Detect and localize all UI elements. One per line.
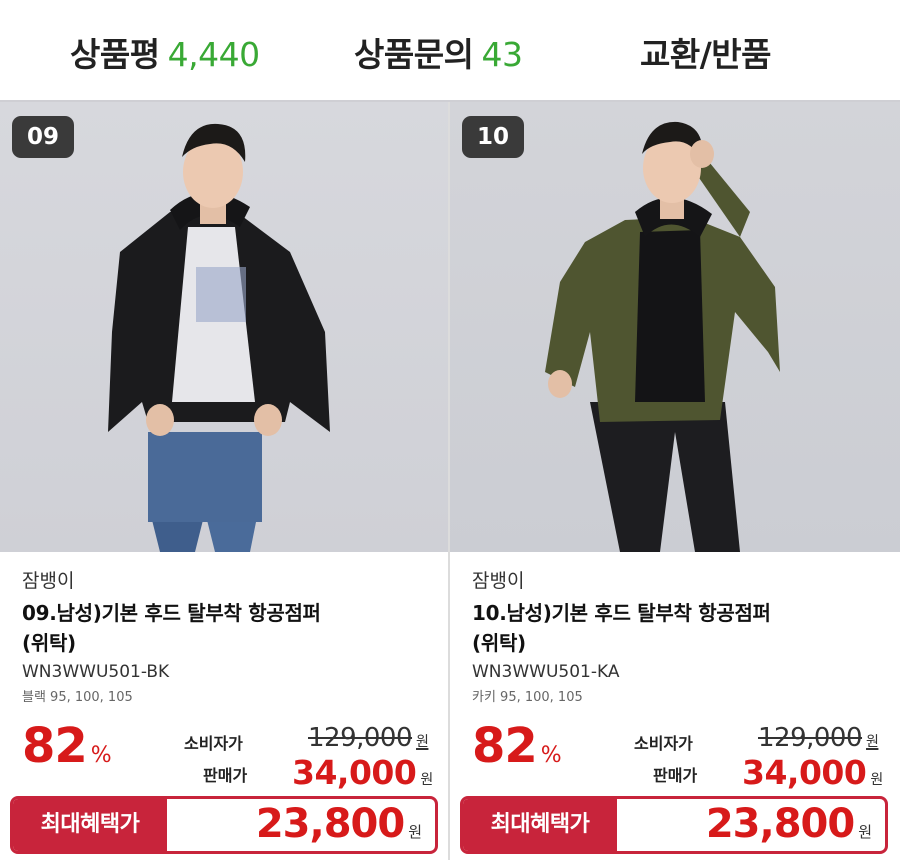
msrp-value: 129,000 <box>308 723 413 753</box>
currency-unit: 원 <box>870 772 883 788</box>
product-info: 잠뱅이 10.남성)기본 후드 탈부착 항공점퍼 (위탁) WN3WWU501-… <box>472 568 892 708</box>
product-title-line2: (위탁) <box>472 631 526 655</box>
discount-unit: % <box>90 743 112 768</box>
msrp-label: 소비자가 <box>634 734 693 753</box>
max-benefit-value: 23,800 <box>705 801 855 847</box>
product-title-line2: (위탁) <box>22 631 76 655</box>
product-card[interactable]: 10 잠뱅이 10.남성)기본 후드 탈부착 항공점퍼 (위탁) WN3WWU5… <box>450 102 900 860</box>
product-title[interactable]: 10.남성)기본 후드 탈부착 항공점퍼 (위탁) <box>472 598 892 658</box>
discount-unit: % <box>540 743 562 768</box>
tab-bar: 상품평 4,440 상품문의 43 교환/반품 <box>0 0 900 100</box>
max-benefit-price-box[interactable]: 최대혜택가 23,800 원 <box>460 796 888 854</box>
model-photo-illustration <box>108 123 330 552</box>
max-benefit-price-box[interactable]: 최대혜택가 23,800 원 <box>10 796 438 854</box>
discount-value: 82 <box>22 718 88 774</box>
tab-inquiries-label: 상품문의 <box>354 35 474 74</box>
product-image[interactable]: 09 <box>0 102 448 552</box>
max-benefit-value: 23,800 <box>255 801 405 847</box>
product-number-badge: 10 <box>462 116 524 158</box>
product-grid: 09 잠뱅이 09.남성)기본 후드 탈부착 항공점퍼 (위탁) WN3WWU5… <box>0 100 900 860</box>
tab-reviews[interactable]: 상품평 4,440 <box>70 28 260 76</box>
msrp-value: 129,000 <box>758 723 863 753</box>
sale-value: 34,000 <box>292 753 417 792</box>
sale-label: 판매가 <box>653 766 698 785</box>
product-sku: WN3WWU501-KA <box>472 662 620 682</box>
max-benefit-price: 23,800 원 <box>255 801 422 847</box>
msrp-price: 129,000 원 <box>308 723 429 753</box>
product-title-line1: 10.남성)기본 후드 탈부착 항공점퍼 <box>472 601 771 625</box>
msrp-label: 소비자가 <box>184 734 243 753</box>
product-info: 잠뱅이 09.남성)기본 후드 탈부착 항공점퍼 (위탁) WN3WWU501-… <box>22 568 442 708</box>
product-card[interactable]: 09 잠뱅이 09.남성)기본 후드 탈부착 항공점퍼 (위탁) WN3WWU5… <box>0 102 450 860</box>
tab-inquiries-count: 43 <box>481 35 523 74</box>
discount-value: 82 <box>472 718 538 774</box>
product-brand: 잠뱅이 <box>472 570 525 592</box>
model-photo-illustration <box>545 121 780 552</box>
product-title[interactable]: 09.남성)기본 후드 탈부착 항공점퍼 (위탁) <box>22 598 442 658</box>
max-benefit-label: 최대혜택가 <box>463 799 617 851</box>
sale-price: 34,000 원 <box>742 753 883 792</box>
product-options: 카키 95, 100, 105 <box>472 690 583 705</box>
currency-unit: 원 <box>408 823 422 841</box>
product-sku: WN3WWU501-BK <box>22 662 170 682</box>
discount-rate: 82% <box>472 718 562 774</box>
tab-reviews-count: 4,440 <box>167 35 260 74</box>
tab-exchange-return[interactable]: 교환/반품 <box>640 28 772 76</box>
discount-rate: 82% <box>22 718 112 774</box>
currency-unit: 원 <box>858 823 872 841</box>
sale-price: 34,000 원 <box>292 753 433 792</box>
sale-label: 판매가 <box>203 766 248 785</box>
currency-unit: 원 <box>416 734 429 750</box>
product-image[interactable]: 10 <box>450 102 900 552</box>
max-benefit-label: 최대혜택가 <box>13 799 167 851</box>
currency-unit: 원 <box>420 772 433 788</box>
product-brand: 잠뱅이 <box>22 570 75 592</box>
product-options: 블랙 95, 100, 105 <box>22 690 133 705</box>
sale-value: 34,000 <box>742 753 867 792</box>
tab-inquiries[interactable]: 상품문의 43 <box>354 28 523 76</box>
currency-unit: 원 <box>866 734 879 750</box>
product-number-badge: 09 <box>12 116 74 158</box>
msrp-price: 129,000 원 <box>758 723 879 753</box>
max-benefit-price: 23,800 원 <box>705 801 872 847</box>
tab-exchange-label: 교환/반품 <box>640 35 772 74</box>
tab-reviews-label: 상품평 <box>70 35 160 74</box>
product-title-line1: 09.남성)기본 후드 탈부착 항공점퍼 <box>22 601 321 625</box>
